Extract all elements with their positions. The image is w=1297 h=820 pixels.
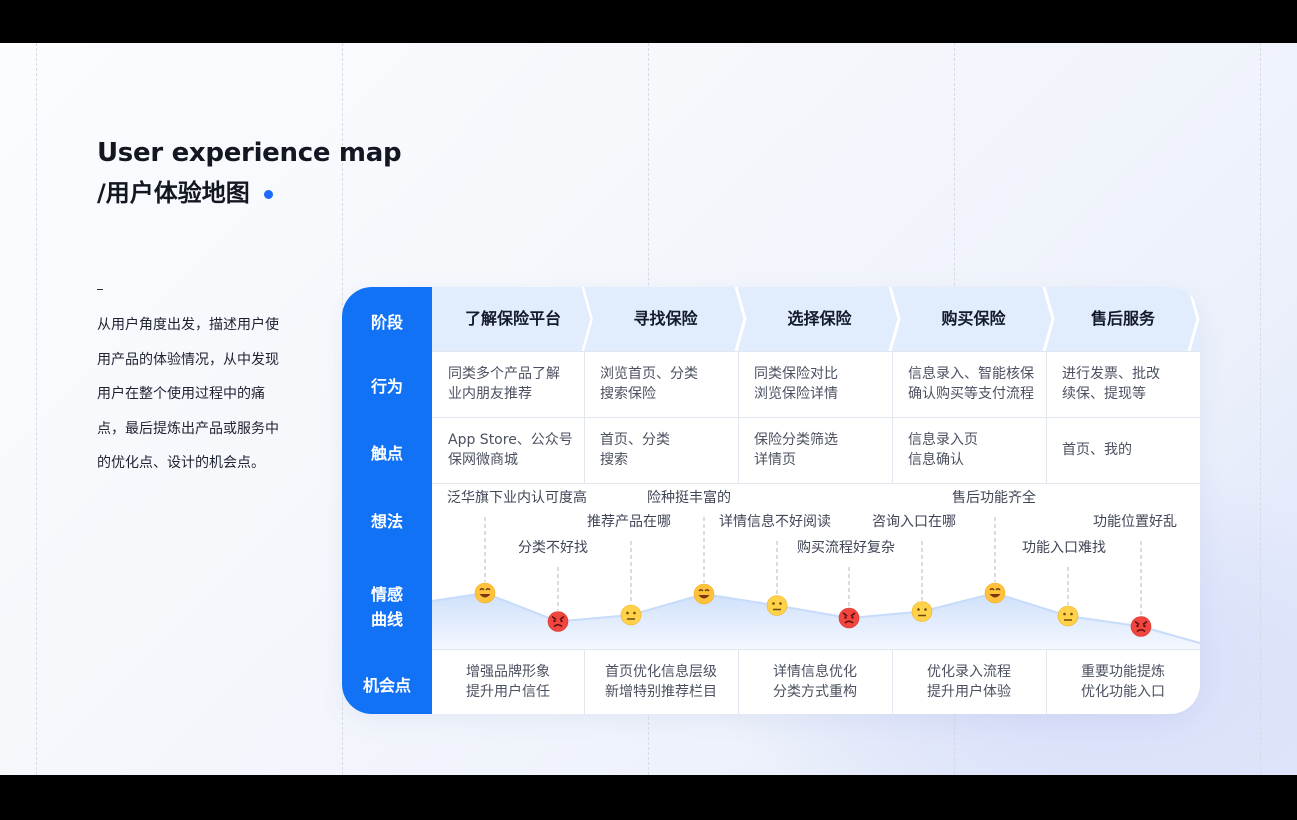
thought-label: 详情信息不好阅读 xyxy=(719,514,831,530)
face-eye xyxy=(1070,612,1073,616)
touchpoint-cell: 信息录入页 信息确认 xyxy=(908,430,1044,470)
behavior-cell: 同类保险对比 浏览保险详情 xyxy=(754,364,890,404)
face-eye xyxy=(917,608,920,611)
face-eye xyxy=(553,619,556,623)
behavior-cell-line: 业内朋友推荐 xyxy=(448,386,532,402)
stage-label: 选择保险 xyxy=(787,309,852,328)
touchpoint-cell-line: 保险分类筛选 xyxy=(754,432,838,448)
opportunity-line: 新增特别推荐栏目 xyxy=(605,683,717,700)
face-eye xyxy=(633,611,636,615)
behavior-cell-line: 搜索保险 xyxy=(600,386,656,402)
face-eye xyxy=(1063,612,1066,616)
face-eye xyxy=(772,602,775,605)
stage-label: 寻找保险 xyxy=(633,309,698,328)
page-title-chinese: /用户体验地图 xyxy=(97,179,250,207)
experience-map: 阶段 行为 触点 想法 情感 曲线 机会点 了解保险平台 寻找保险 选择保险 购买保险… xyxy=(342,287,1200,714)
behavior-cell-line: 进行发票、批改 xyxy=(1062,366,1160,382)
neutral-face-icon xyxy=(1057,605,1079,627)
opportunity-line: 提升用户信任 xyxy=(466,683,550,700)
touchpoint-cell-line: 信息录入页 xyxy=(908,432,978,448)
behavior-cell-line: 浏览首页、分类 xyxy=(600,366,698,382)
behavior-cell-line: 确认购买等支付流程 xyxy=(908,386,1034,402)
happy-face-icon xyxy=(984,582,1006,604)
opportunity-line: 提升用户体验 xyxy=(927,683,1011,700)
thought-label: 购买流程好复杂 xyxy=(797,540,895,556)
opportunity-line: 重要功能提炼 xyxy=(1081,663,1165,680)
happy-face-icon xyxy=(693,583,715,605)
opportunity-line: 详情信息优化 xyxy=(773,663,857,680)
thought-label: 泛华旗下业内认可度高 xyxy=(447,490,587,506)
touchpoint-cell: 保险分类筛选 详情页 xyxy=(754,430,890,470)
opportunity-line: 优化功能入口 xyxy=(1081,683,1165,700)
thought-label: 分类不好找 xyxy=(518,540,588,556)
opportunity-cell: 详情信息优化 分类方式重构 xyxy=(738,662,892,702)
opportunity-cell: 增强品牌形象 提升用户信任 xyxy=(432,662,584,702)
angry-face-icon xyxy=(547,611,569,632)
stage-label: 售后服务 xyxy=(1090,309,1155,328)
face-eye xyxy=(626,611,629,615)
touchpoint-cell-line: 详情页 xyxy=(754,452,796,468)
behavior-cell-line: 信息录入、智能核保 xyxy=(908,366,1034,382)
touchpoint-cell-line: 信息确认 xyxy=(908,452,964,468)
title-accent-dot xyxy=(264,190,273,199)
touchpoint-cell-line: 搜索 xyxy=(600,452,628,468)
stage-label: 购买保险 xyxy=(941,309,1006,328)
behavior-cell: 浏览首页、分类 搜索保险 xyxy=(600,364,736,404)
touchpoint-cell-line: 保网微商城 xyxy=(448,452,518,468)
description-text: 从用户角度出发，描述用户使用产品的体验情况，从中发现用户在整个使用过程中的痛点，… xyxy=(97,317,279,471)
guide-line xyxy=(1260,43,1261,775)
guide-line xyxy=(36,43,37,775)
face-eye xyxy=(1136,624,1139,628)
neutral-face-icon xyxy=(766,595,788,616)
opportunity-line: 增强品牌形象 xyxy=(466,663,550,680)
touchpoint-cell-line: 首页、我的 xyxy=(1062,442,1132,458)
opportunity-cell: 首页优化信息层级 新增特别推荐栏目 xyxy=(584,662,738,702)
behavior-cell-line: 同类多个产品了解 xyxy=(448,366,560,382)
behavior-cell: 同类多个产品了解 业内朋友推荐 xyxy=(448,364,582,404)
thought-label: 售后功能齐全 xyxy=(952,490,1036,506)
stage-label: 了解保险平台 xyxy=(464,309,561,328)
emotion-curve-area xyxy=(432,593,1200,649)
touchpoint-cell-line: App Store、公众号 xyxy=(448,432,573,448)
face-eye xyxy=(560,619,563,623)
behavior-cell: 信息录入、智能核保 确认购买等支付流程 xyxy=(908,364,1044,404)
touchpoint-cell: App Store、公众号 保网微商城 xyxy=(448,430,582,470)
face-eye xyxy=(924,608,927,611)
thought-label: 功能位置好乱 xyxy=(1093,514,1177,530)
face-eye xyxy=(844,616,847,619)
face-eye xyxy=(1143,624,1146,628)
touchpoint-cell-line: 首页、分类 xyxy=(600,432,670,448)
happy-face-icon xyxy=(474,582,496,604)
opportunity-line: 优化录入流程 xyxy=(927,663,1011,680)
description-mark xyxy=(97,289,103,290)
touchpoint-cell: 首页、分类 搜索 xyxy=(600,430,736,470)
behavior-cell-line: 续保、提现等 xyxy=(1062,386,1146,402)
thought-label: 咨询入口在哪 xyxy=(872,514,956,530)
behavior-cell: 进行发票、批改 续保、提现等 xyxy=(1062,364,1198,404)
thought-label: 推荐产品在哪 xyxy=(587,514,671,530)
page-title-english: User experience map xyxy=(97,138,402,168)
slide-canvas: User experience map /用户体验地图 从用户角度出发，描述用户… xyxy=(0,43,1297,775)
thought-label: 险种挺丰富的 xyxy=(647,490,731,506)
face-eye xyxy=(851,616,854,619)
angry-face-icon xyxy=(1130,616,1152,637)
opportunity-cell: 优化录入流程 提升用户体验 xyxy=(892,662,1046,702)
neutral-face-icon xyxy=(911,601,933,622)
behavior-cell-line: 同类保险对比 xyxy=(754,366,838,382)
opportunity-line: 分类方式重构 xyxy=(773,683,857,700)
behavior-cell-line: 浏览保险详情 xyxy=(754,386,838,402)
opportunity-line: 首页优化信息层级 xyxy=(605,663,717,680)
thought-label: 功能入口难找 xyxy=(1022,540,1106,556)
face-eye xyxy=(779,602,782,605)
opportunity-cell: 重要功能提炼 优化功能入口 xyxy=(1046,662,1200,702)
angry-face-icon xyxy=(838,607,860,629)
neutral-face-icon xyxy=(620,604,642,626)
touchpoint-cell: 首页、我的 xyxy=(1062,440,1198,460)
